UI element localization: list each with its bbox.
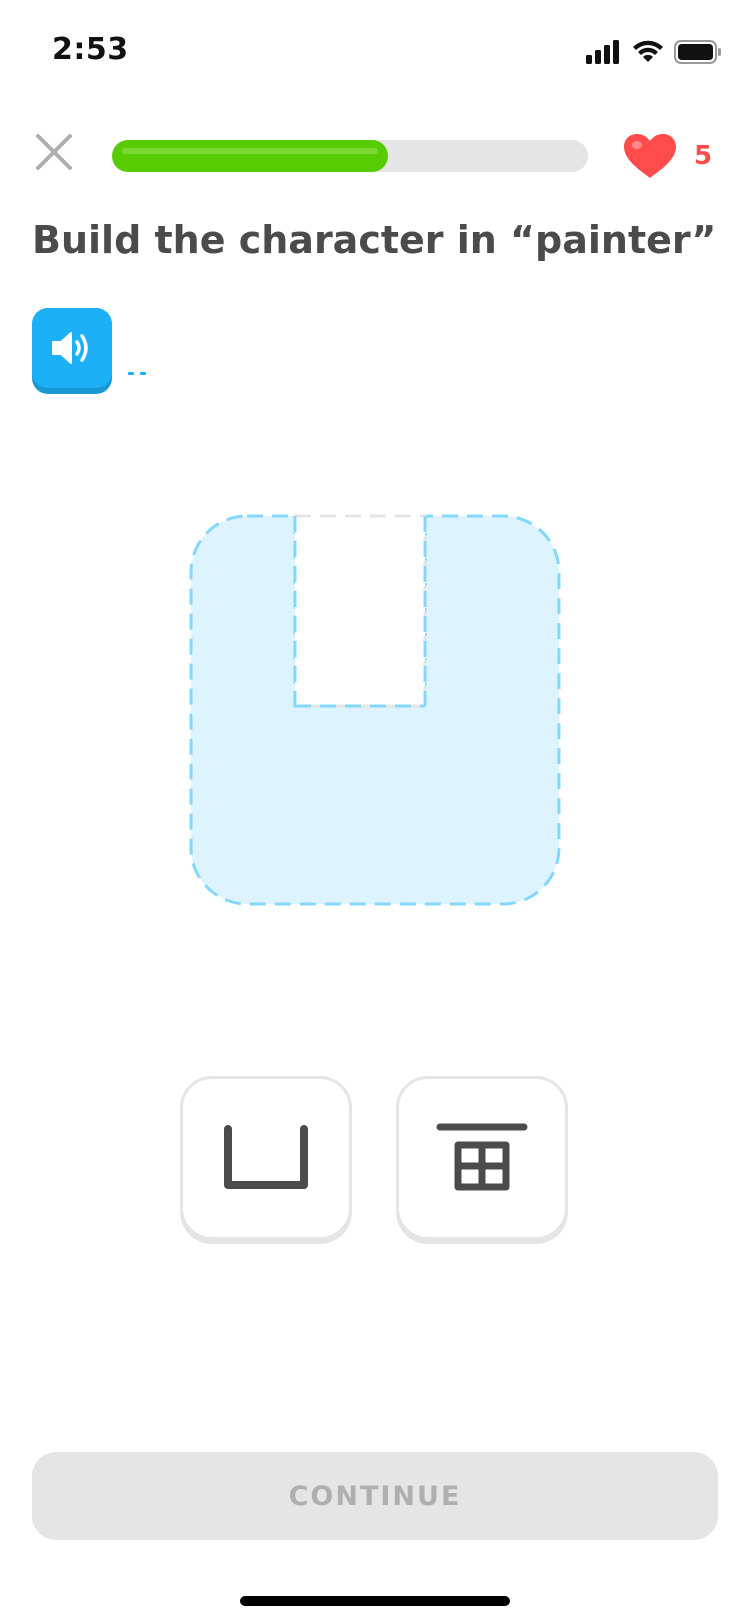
close-button[interactable] — [30, 128, 78, 176]
radical-field-icon — [436, 1123, 528, 1191]
character-build-area[interactable] — [173, 504, 577, 906]
radical-open-box-icon — [224, 1125, 308, 1189]
heart-icon — [624, 134, 676, 178]
speaker-icon — [52, 332, 88, 364]
character-inner-component-slot[interactable] — [293, 514, 427, 708]
hearts-count: 5 — [694, 141, 713, 171]
component-tile-field[interactable] — [396, 1076, 568, 1240]
status-icons — [586, 38, 722, 66]
hearts-counter[interactable]: 5 — [622, 132, 712, 180]
lesson-progress-fill — [112, 140, 388, 172]
audio-hint-dots — [128, 372, 146, 375]
prompt-title: Build the character in “painter” — [32, 218, 717, 262]
cellular-signal-icon — [586, 40, 619, 64]
lesson-progress-bar — [112, 140, 588, 172]
component-tile-open-box[interactable] — [180, 1076, 352, 1240]
continue-button[interactable]: CONTINUE — [32, 1452, 718, 1540]
home-indicator[interactable] — [240, 1596, 510, 1606]
close-icon — [36, 134, 72, 170]
status-bar: 2:53 — [0, 0, 750, 100]
battery-icon — [674, 40, 721, 64]
status-time: 2:53 — [52, 32, 129, 67]
continue-button-label: CONTINUE — [288, 1480, 462, 1512]
play-audio-button-face — [32, 308, 112, 388]
lesson-progress-shine — [122, 148, 378, 154]
wifi-icon — [633, 40, 663, 62]
play-audio-button[interactable] — [32, 308, 112, 394]
